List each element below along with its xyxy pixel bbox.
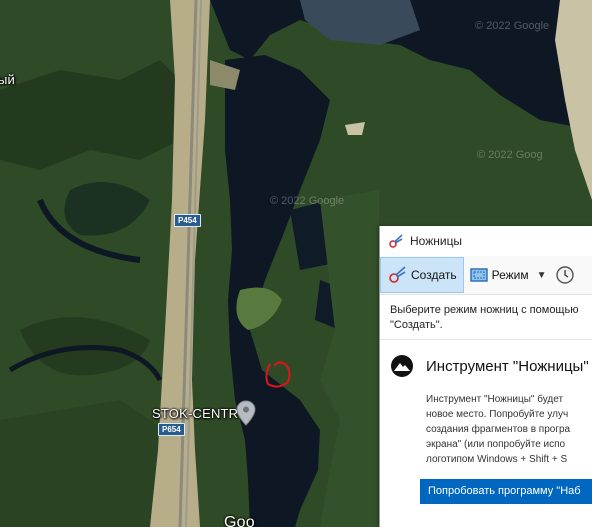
notice-mountain-icon [391,355,413,377]
hint-text: Выберите режим ножниц с помощью "Создать… [380,295,592,333]
road-label-p654: P654 [158,423,185,436]
new-snip-icon [389,266,406,283]
hint-line-2: "Создать". [390,319,443,331]
try-snip-sketch-button[interactable]: Попробовать программу "Наб [420,479,592,504]
notice-header: Инструмент "Ножницы" [380,340,592,378]
title-bar[interactable]: Ножницы [380,226,592,256]
notice-line: новое место. Попробуйте улуч [426,409,569,420]
window-title: Ножницы [410,234,463,248]
copyright-watermark-2: © 2022 Goog [477,149,543,161]
notice-body: Инструмент "Ножницы" будет новое место. … [380,378,592,467]
google-logo-partial: Goo [224,514,255,527]
delay-clock-icon [555,266,574,284]
location-pin-icon[interactable] [236,400,256,426]
toolbar: Создать Режим ▼ [380,256,592,295]
copyright-watermark-1: © 2022 Google [475,20,550,32]
delay-button[interactable] [553,257,581,293]
hint-line-1: Выберите режим ножниц с помощью [390,304,579,316]
notice-line: логотипом Windows + Shift + S [426,454,568,465]
mode-icon [469,268,488,282]
mode-dropdown-arrow[interactable]: ▼ [535,270,553,281]
snipping-tool-window[interactable]: Ножницы Создать Режим ▼ Выберите режим н [379,226,592,527]
mode-button[interactable]: Режим [464,257,535,293]
notice-line: экрана" (или попробуйте испо [426,439,566,450]
notice-line: Инструмент "Ножницы" будет [426,394,564,405]
notice-line: создания фрагментов в програ [426,424,571,435]
notice-title: Инструмент "Ножницы" [426,357,589,375]
new-snip-label: Создать [411,268,457,282]
scissors-icon [389,234,403,248]
place-label-stok-centr[interactable]: STOK-CENTR [152,406,238,421]
copyright-watermark-3: © 2022 Google [270,195,345,207]
map-label-left-partial: ый [0,72,16,87]
new-snip-button[interactable]: Создать [380,257,464,293]
road-label-p454: P454 [174,214,201,227]
mode-label: Режим [491,268,529,282]
